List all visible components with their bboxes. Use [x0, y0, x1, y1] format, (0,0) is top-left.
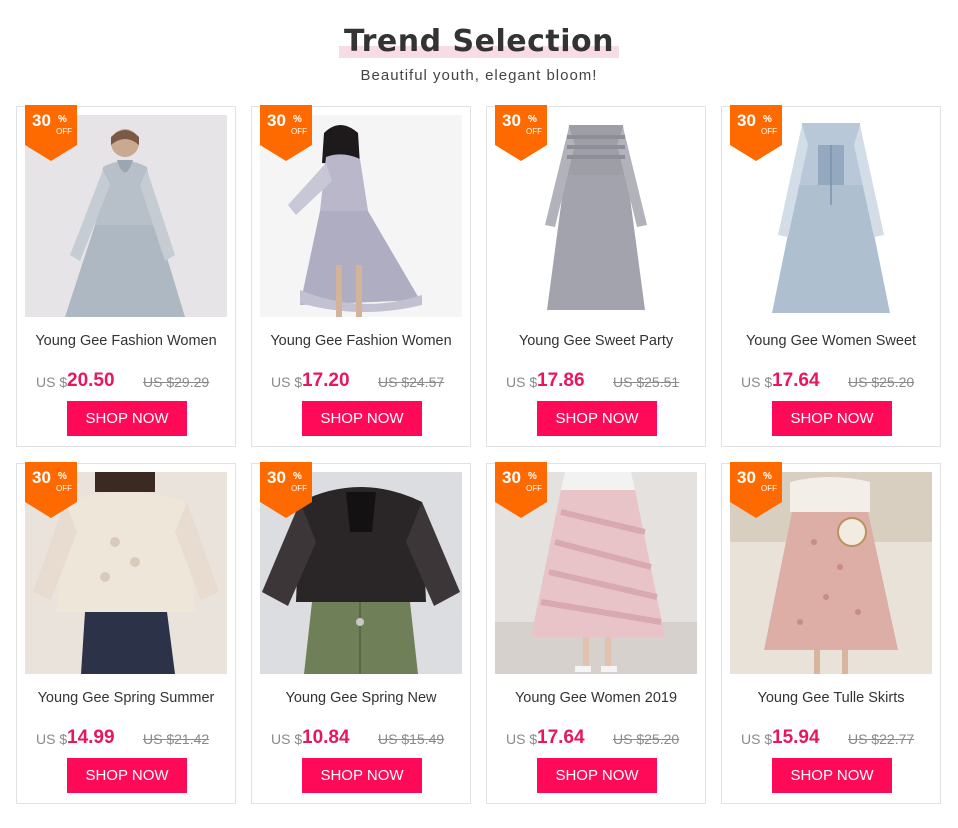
price-row: US $ 17.86 US $25.51 [487, 370, 705, 394]
discount-value: 30 [502, 468, 521, 487]
discount-percent: % [528, 114, 537, 125]
section-header: Trend Selection Beautiful youth, elegant… [0, 0, 958, 100]
currency-label: US $ [741, 374, 773, 390]
product-name[interactable]: Young Gee Fashion Women [252, 333, 470, 349]
sale-price: 17.20 [302, 370, 350, 391]
discount-percent: % [763, 471, 772, 482]
discount-value: 30 [267, 111, 286, 130]
original-price: US $25.51 [613, 374, 680, 390]
sale-price: 20.50 [67, 370, 115, 391]
discount-badge: 30 % OFF [730, 105, 782, 161]
original-price: US $25.20 [848, 374, 915, 390]
shop-now-button[interactable]: SHOP NOW [67, 758, 187, 793]
product-card[interactable]: 30 % OFF Young Gee Fashion Women US $ 17… [251, 105, 471, 447]
discount-off: OFF [526, 484, 542, 493]
sale-price: 10.84 [302, 727, 350, 748]
sale-price: 17.64 [772, 370, 820, 391]
discount-value: 30 [32, 468, 51, 487]
currency-label: US $ [741, 731, 773, 747]
price-row: US $ 17.64 US $25.20 [722, 370, 940, 394]
shop-now-button[interactable]: SHOP NOW [302, 758, 422, 793]
product-card[interactable]: 30 % OFF Young Gee Women Sweet US $ 17.6… [721, 105, 941, 447]
discount-off: OFF [761, 484, 777, 493]
discount-off: OFF [291, 127, 307, 136]
shop-now-button[interactable]: SHOP NOW [537, 401, 657, 436]
discount-off: OFF [56, 127, 72, 136]
discount-badge: 30 % OFF [25, 462, 77, 518]
discount-badge: 30 % OFF [730, 462, 782, 518]
product-name[interactable]: Young Gee Women Sweet [722, 333, 940, 349]
discount-off: OFF [56, 484, 72, 493]
product-card[interactable]: 30 % OFF Young Gee Sweet Party US $ 17.8… [486, 105, 706, 447]
product-card[interactable]: 30 % OFF Young Gee Tulle Skirts US $ 15.… [721, 462, 941, 804]
currency-label: US $ [36, 374, 68, 390]
sale-price: 17.64 [537, 727, 585, 748]
discount-off: OFF [526, 127, 542, 136]
discount-percent: % [58, 471, 67, 482]
sale-price: 15.94 [772, 727, 820, 748]
original-price: US $25.20 [613, 731, 680, 747]
currency-label: US $ [506, 731, 538, 747]
discount-percent: % [528, 471, 537, 482]
discount-off: OFF [761, 127, 777, 136]
discount-value: 30 [32, 111, 51, 130]
price-row: US $ 14.99 US $21.42 [17, 727, 235, 751]
shop-now-button[interactable]: SHOP NOW [772, 401, 892, 436]
discount-badge: 30 % OFF [260, 105, 312, 161]
product-card[interactable]: 30 % OFF Young Gee Fashion Women US $ 20… [16, 105, 236, 447]
discount-percent: % [293, 471, 302, 482]
product-name[interactable]: Young Gee Women 2019 [487, 690, 705, 706]
original-price: US $21.42 [143, 731, 210, 747]
currency-label: US $ [36, 731, 68, 747]
original-price: US $24.57 [378, 374, 445, 390]
title-block: Trend Selection [339, 24, 619, 60]
discount-value: 30 [737, 111, 756, 130]
product-name[interactable]: Young Gee Spring Summer [17, 690, 235, 706]
sale-price: 14.99 [67, 727, 115, 748]
page-subtitle: Beautiful youth, elegant bloom! [360, 67, 598, 84]
page-title: Trend Selection [343, 24, 615, 59]
shop-now-button[interactable]: SHOP NOW [537, 758, 657, 793]
sale-price: 17.86 [537, 370, 585, 391]
discount-value: 30 [737, 468, 756, 487]
shop-now-button[interactable]: SHOP NOW [302, 401, 422, 436]
original-price: US $29.29 [143, 374, 210, 390]
product-name[interactable]: Young Gee Sweet Party [487, 333, 705, 349]
price-row: US $ 20.50 US $29.29 [17, 370, 235, 394]
discount-percent: % [58, 114, 67, 125]
price-row: US $ 17.20 US $24.57 [252, 370, 470, 394]
original-price: US $15.49 [378, 731, 445, 747]
original-price: US $22.77 [848, 731, 915, 747]
currency-label: US $ [506, 374, 538, 390]
currency-label: US $ [271, 374, 303, 390]
discount-badge: 30 % OFF [495, 462, 547, 518]
discount-badge: 30 % OFF [260, 462, 312, 518]
product-card[interactable]: 30 % OFF Young Gee Women 2019 US $ 17.64… [486, 462, 706, 804]
product-card[interactable]: 30 % OFF Young Gee Spring New US $ 10.84… [251, 462, 471, 804]
product-name[interactable]: Young Gee Spring New [252, 690, 470, 706]
price-row: US $ 15.94 US $22.77 [722, 727, 940, 751]
shop-now-button[interactable]: SHOP NOW [67, 401, 187, 436]
discount-off: OFF [291, 484, 307, 493]
discount-percent: % [293, 114, 302, 125]
discount-value: 30 [267, 468, 286, 487]
price-row: US $ 10.84 US $15.49 [252, 727, 470, 751]
discount-value: 30 [502, 111, 521, 130]
price-row: US $ 17.64 US $25.20 [487, 727, 705, 751]
shop-now-button[interactable]: SHOP NOW [772, 758, 892, 793]
discount-badge: 30 % OFF [25, 105, 77, 161]
currency-label: US $ [271, 731, 303, 747]
discount-percent: % [763, 114, 772, 125]
product-card[interactable]: 30 % OFF Young Gee Spring Summer US $ 14… [16, 462, 236, 804]
product-name[interactable]: Young Gee Tulle Skirts [722, 690, 940, 706]
discount-badge: 30 % OFF [495, 105, 547, 161]
product-name[interactable]: Young Gee Fashion Women [17, 333, 235, 349]
